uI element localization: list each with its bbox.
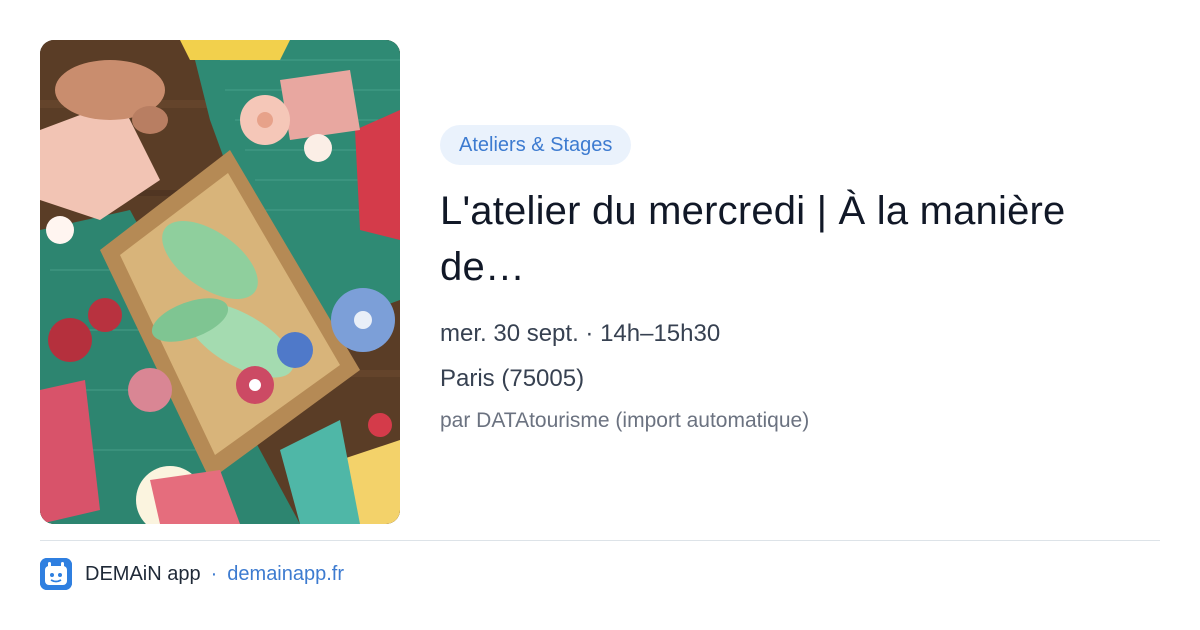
event-source: par DATAtourisme (import automatique)	[440, 409, 810, 432]
event-meta: mer. 30 sept. · 14h–15h30 Paris (75005)	[440, 319, 1160, 394]
footer-separator: ·	[210, 562, 218, 585]
demain-logo-icon[interactable]	[40, 558, 72, 590]
event-location: Paris (75005)	[440, 365, 585, 392]
app-name: DEMAiN app	[85, 562, 201, 585]
app-url-link[interactable]: demainapp.fr	[227, 563, 344, 586]
footer: DEMAiN app · demainapp.fr	[40, 558, 344, 590]
event-datetime: mer. 30 sept. · 14h–15h30	[440, 320, 721, 347]
event-photo[interactable]	[40, 40, 400, 524]
share-card: Ateliers & Stages L'atelier du mercredi …	[0, 0, 1200, 630]
category-badge[interactable]: Ateliers & Stages	[440, 125, 632, 165]
paper-craft-photo-icon	[40, 40, 400, 524]
event-details: Ateliers & Stages L'atelier du mercredi …	[440, 125, 1160, 433]
footer-divider	[40, 540, 1160, 541]
event-title[interactable]: L'atelier du mercredi | À la manière de…	[440, 183, 1160, 295]
